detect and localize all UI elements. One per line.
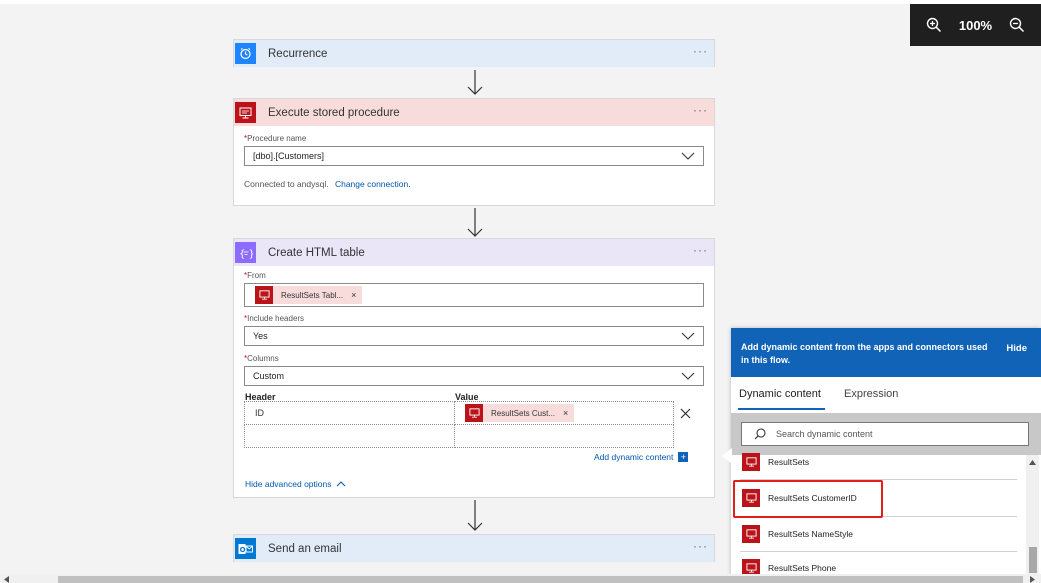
row1-value-token[interactable]: ResultSets Cust... × (465, 404, 575, 422)
dynamic-item-resultsets-customerid[interactable]: ResultSets CustomerID (740, 480, 1017, 517)
alarm-clock-icon (235, 43, 256, 64)
change-connection-link[interactable]: Change connection. (335, 179, 411, 189)
row2-value-input[interactable] (454, 424, 674, 448)
include-headers-label: *Include headers (244, 314, 305, 323)
procedure-name-label: *Procedure name (244, 134, 307, 143)
delete-row-icon[interactable] (680, 408, 691, 419)
scroll-left-icon[interactable] (4, 576, 9, 583)
chevron-down-icon (681, 152, 695, 160)
connected-text: Connected to andysql. (244, 179, 329, 189)
recurrence-card[interactable]: Recurrence ··· (233, 39, 715, 67)
svg-text:O: O (240, 546, 246, 554)
execute-stored-procedure-card: Execute stored procedure ··· *Procedure … (233, 98, 715, 206)
from-input[interactable]: ResultSets Tabl... × (244, 283, 704, 307)
chevron-up-icon (337, 481, 346, 487)
row1-value-token-label: ResultSets Cust... (491, 408, 556, 418)
horizontal-scrollbar[interactable] (0, 574, 1041, 583)
from-token[interactable]: ResultSets Tabl... × (255, 286, 363, 304)
row1-value-input[interactable]: ResultSets Cust... × (454, 401, 674, 425)
dynamic-panel-header: Add dynamic content from the apps and co… (731, 328, 1041, 377)
zoom-level: 100% (958, 17, 993, 33)
dynamic-item-resultsets[interactable]: ResultSets (740, 444, 1017, 480)
tab-expression[interactable]: Expression (844, 388, 898, 400)
send-email-card[interactable]: O Send an email ··· (233, 534, 715, 562)
flow-arrow (467, 500, 483, 531)
row2-header-input[interactable] (244, 424, 455, 448)
scroll-right-icon[interactable] (1030, 576, 1035, 583)
data-operation-icon: {} (235, 242, 256, 263)
add-dynamic-content-label: Add dynamic content (594, 452, 674, 462)
top-strip (0, 0, 1041, 4)
columns-label: *Columns (244, 354, 279, 363)
search-placeholder: Search dynamic content (776, 429, 873, 439)
sql-server-icon (255, 286, 273, 304)
hide-advanced-label: Hide advanced options (245, 479, 332, 489)
panel-scrollbar[interactable] (1026, 455, 1039, 583)
remove-token-icon[interactable]: × (351, 290, 356, 300)
recurrence-title: Recurrence (268, 47, 328, 60)
remove-token-icon[interactable]: × (563, 408, 568, 418)
sql-server-icon (742, 489, 760, 507)
svg-text:}: } (248, 249, 253, 259)
connection-info: Connected to andysql. Change connection. (244, 179, 411, 189)
recurrence-more-button[interactable]: ··· (693, 44, 708, 58)
email-title: Send an email (268, 542, 342, 555)
email-header[interactable]: O Send an email ··· (234, 535, 714, 562)
dynamic-item-resultsets-namestyle[interactable]: ResultSets NameStyle (740, 517, 1017, 552)
add-icon: + (678, 452, 689, 462)
table-header[interactable]: {} Create HTML table ··· (234, 239, 714, 266)
dynamic-panel-tabs: Dynamic content Expression (731, 377, 1041, 413)
procedure-name-dropdown[interactable]: [dbo].[Customers] (244, 146, 704, 166)
include-headers-value: Yes (253, 331, 268, 341)
sql-server-icon (742, 452, 760, 471)
table-title: Create HTML table (268, 246, 365, 259)
sql-more-button[interactable]: ··· (693, 103, 708, 117)
table-more-button[interactable]: ··· (693, 243, 708, 257)
flow-arrow (467, 208, 483, 237)
dynamic-item-label: ResultSets (768, 456, 810, 467)
from-label: *From (244, 271, 266, 280)
search-icon (754, 428, 766, 440)
zoom-toolbar: 100% (910, 4, 1041, 46)
chevron-down-icon (681, 332, 695, 340)
zoom-in-icon[interactable] (922, 13, 946, 37)
scrollbar-thumb[interactable] (1029, 547, 1037, 573)
sql-title: Execute stored procedure (268, 106, 400, 119)
scroll-up-icon[interactable] (1029, 460, 1036, 465)
sql-header[interactable]: Execute stored procedure ··· (234, 99, 714, 126)
outlook-icon: O (235, 538, 256, 559)
search-input[interactable]: Search dynamic content (741, 422, 1029, 446)
recurrence-header[interactable]: Recurrence ··· (234, 40, 714, 67)
dynamic-panel-heading: Add dynamic content from the apps and co… (741, 342, 988, 365)
columns-value: Custom (253, 371, 285, 381)
dynamic-item-label: ResultSets CustomerID (768, 493, 857, 503)
add-dynamic-content-button[interactable]: Add dynamic content + (594, 452, 689, 462)
hide-advanced-options-link[interactable]: Hide advanced options (245, 479, 346, 489)
sql-server-icon (235, 102, 256, 123)
dynamic-content-panel: Add dynamic content from the apps and co… (731, 328, 1041, 583)
horizontal-scrollbar-thumb[interactable] (58, 576, 1023, 583)
row1-header-value: ID (255, 408, 264, 418)
create-html-table-card: {} Create HTML table ··· *From ResultSet… (233, 238, 715, 498)
tab-dynamic-content[interactable]: Dynamic content (739, 388, 821, 400)
chevron-down-icon (681, 372, 695, 380)
from-token-label: ResultSets Tabl... (281, 290, 344, 300)
columns-dropdown[interactable]: Custom (244, 366, 704, 386)
svg-text:{: { (239, 249, 245, 259)
hide-panel-button[interactable]: Hide (1006, 342, 1027, 355)
sql-server-icon (465, 404, 483, 422)
email-more-button[interactable]: ··· (693, 539, 708, 553)
panel-pointer (722, 448, 732, 464)
dynamic-item-label: ResultSets Phone (768, 562, 837, 573)
dynamic-item-label: ResultSets NameStyle (768, 529, 854, 539)
procedure-name-value: [dbo].[Customers] (253, 151, 325, 161)
sql-server-icon (742, 525, 760, 543)
active-tab-indicator (738, 408, 825, 410)
include-headers-dropdown[interactable]: Yes (244, 326, 704, 346)
zoom-out-icon[interactable] (1005, 13, 1029, 37)
flow-arrow (467, 70, 483, 95)
row1-header-input[interactable]: ID (244, 401, 455, 425)
